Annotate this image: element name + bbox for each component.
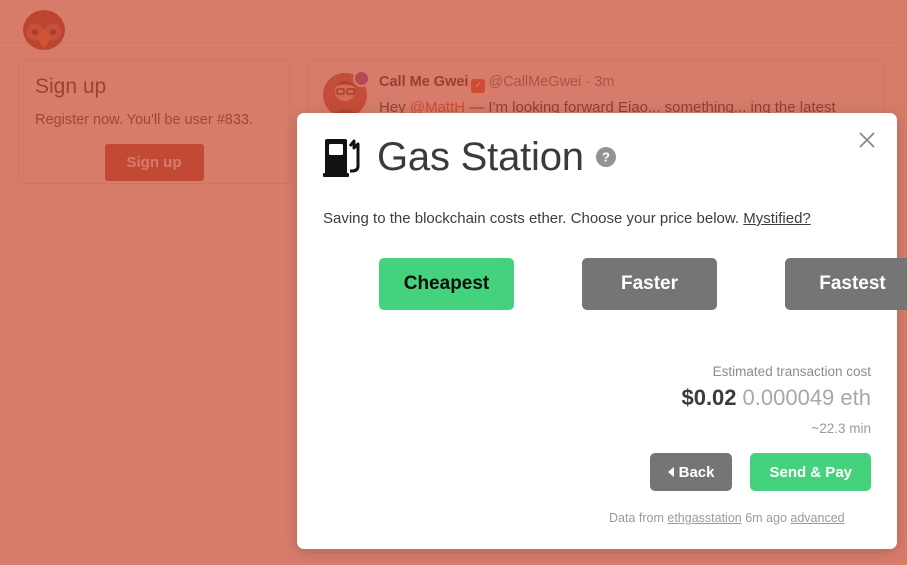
speed-option-cheapest[interactable]: Cheapest: [379, 258, 514, 310]
speed-option-fastest[interactable]: Fastest: [785, 258, 907, 310]
modal-description-text: Saving to the blockchain costs ether. Ch…: [323, 210, 740, 227]
modal-actions: Back Send & Pay: [649, 453, 871, 491]
estimated-cost-label: Estimated transaction cost: [712, 364, 871, 379]
ethgasstation-link[interactable]: ethgasstation: [667, 511, 741, 525]
estimated-time-value: ~22.3 min: [811, 421, 871, 436]
gas-station-modal: Gas Station ? Saving to the blockchain c…: [297, 113, 907, 549]
help-question-icon[interactable]: ?: [595, 147, 616, 167]
estimated-cost-block: Estimated transaction cost $0.02 0.000049…: [681, 363, 871, 438]
modal-title-row: Gas Station ?: [323, 133, 871, 181]
back-button[interactable]: Back: [649, 453, 733, 491]
mystified-link[interactable]: Mystified?: [743, 210, 811, 227]
modal-description: Saving to the blockchain costs ether. Ch…: [323, 209, 871, 229]
gas-pump-icon: [323, 136, 363, 178]
back-button-label: Back: [678, 463, 715, 481]
footer-updated: 6m ago: [745, 511, 787, 525]
modal-footer: Data from ethgasstation 6m ago advanced: [609, 511, 845, 525]
cost-eth-value: 0.000049 eth: [742, 385, 871, 410]
svg-text:?: ?: [602, 150, 610, 165]
send-and-pay-button[interactable]: Send & Pay: [750, 453, 871, 491]
speed-option-group: Cheapest Faster Fastest: [323, 258, 907, 310]
cost-fiat-value: $0.02: [681, 385, 737, 410]
close-x-icon[interactable]: [853, 126, 881, 154]
advanced-link[interactable]: advanced: [790, 511, 844, 525]
triangle-left-icon: [667, 467, 674, 477]
estimated-cost-values: $0.02 0.000049 eth: [681, 384, 871, 415]
footer-prefix: Data from: [609, 511, 664, 525]
page-title: Gas Station: [377, 135, 584, 179]
speed-option-faster[interactable]: Faster: [582, 258, 717, 310]
